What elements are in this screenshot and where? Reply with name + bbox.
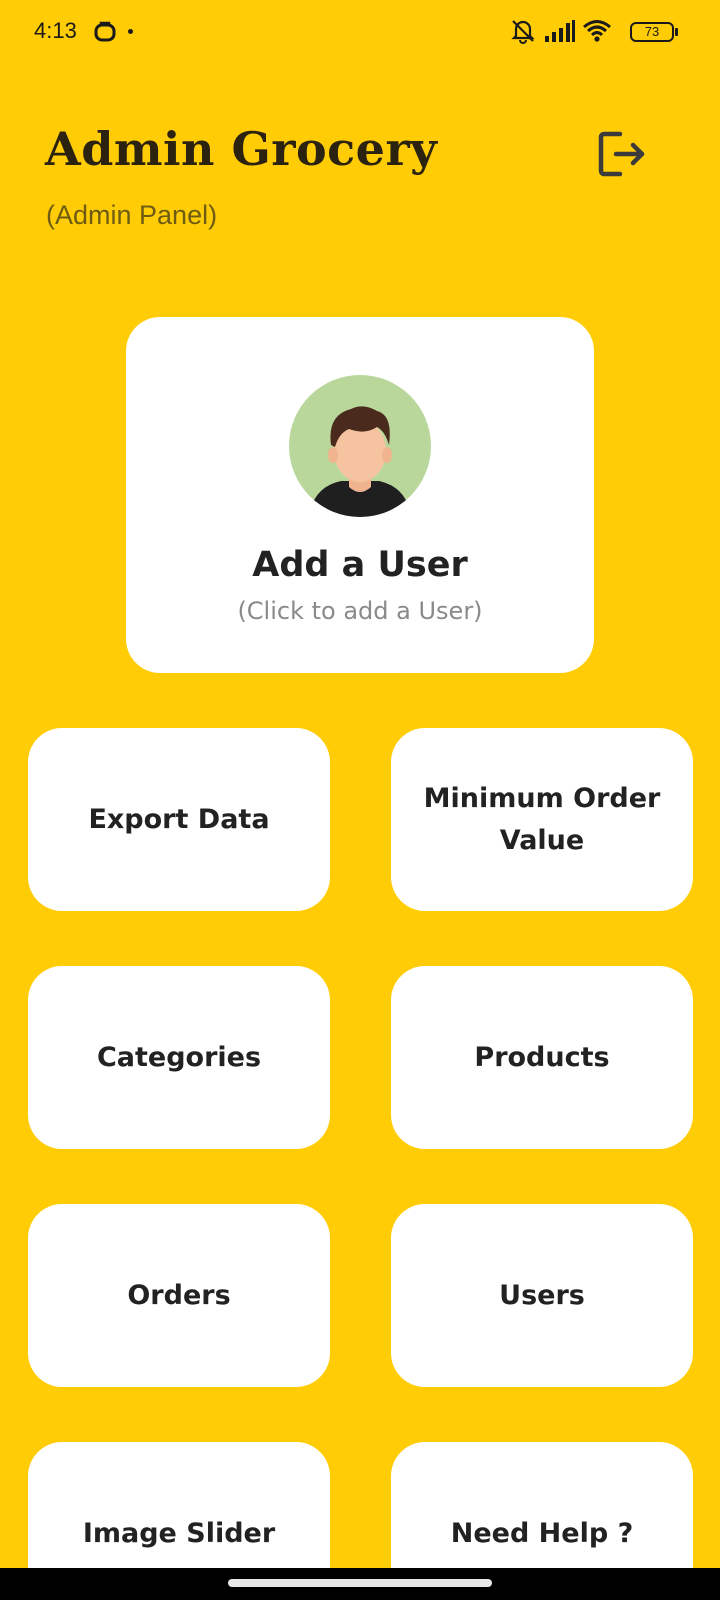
app-notification-icon: [94, 21, 116, 42]
user-avatar: [289, 375, 431, 517]
minimum-order-value-label: Minimum Order Value: [423, 782, 661, 856]
users-button[interactable]: Users: [391, 1204, 693, 1387]
app-title: Admin Grocery: [45, 122, 438, 176]
battery-icon: 73: [630, 22, 680, 44]
app-subtitle: (Admin Panel): [46, 200, 218, 230]
users-label: Users: [499, 1279, 585, 1311]
products-label: Products: [474, 1041, 610, 1073]
orders-button[interactable]: Orders: [28, 1204, 330, 1387]
status-time: 4:13: [34, 18, 77, 43]
categories-button[interactable]: Categories: [28, 966, 330, 1149]
signal-icon: [545, 20, 575, 42]
dot-icon: [128, 29, 133, 34]
categories-label: Categories: [96, 1041, 262, 1073]
wifi-icon: [583, 20, 611, 42]
add-user-title: Add a User: [252, 545, 468, 585]
products-button[interactable]: Products: [391, 966, 693, 1149]
image-slider-label: Image Slider: [82, 1517, 276, 1549]
logout-button[interactable]: [596, 128, 648, 180]
status-icons: 73: [510, 18, 680, 46]
bell-muted-icon: [511, 20, 535, 44]
admin-home-screen: 4:13 73 Admin Grocery (Admin Panel) Add …: [0, 0, 720, 1600]
export-data-label: Export Data: [88, 803, 270, 835]
orders-label: Orders: [127, 1279, 231, 1311]
export-data-button[interactable]: Export Data: [28, 728, 330, 911]
battery-level: 73: [644, 24, 660, 39]
system-nav-bar: [0, 1568, 720, 1600]
add-user-card[interactable]: Add a User (Click to add a User): [126, 317, 594, 673]
need-help-label: Need Help ?: [450, 1517, 634, 1549]
home-gesture-handle[interactable]: [228, 1579, 492, 1587]
logout-icon: [598, 131, 645, 177]
status-bar: 4:13 73: [0, 0, 720, 68]
minimum-order-value-button[interactable]: Minimum Order Value: [391, 728, 693, 911]
add-user-subtitle: (Click to add a User): [237, 597, 483, 625]
